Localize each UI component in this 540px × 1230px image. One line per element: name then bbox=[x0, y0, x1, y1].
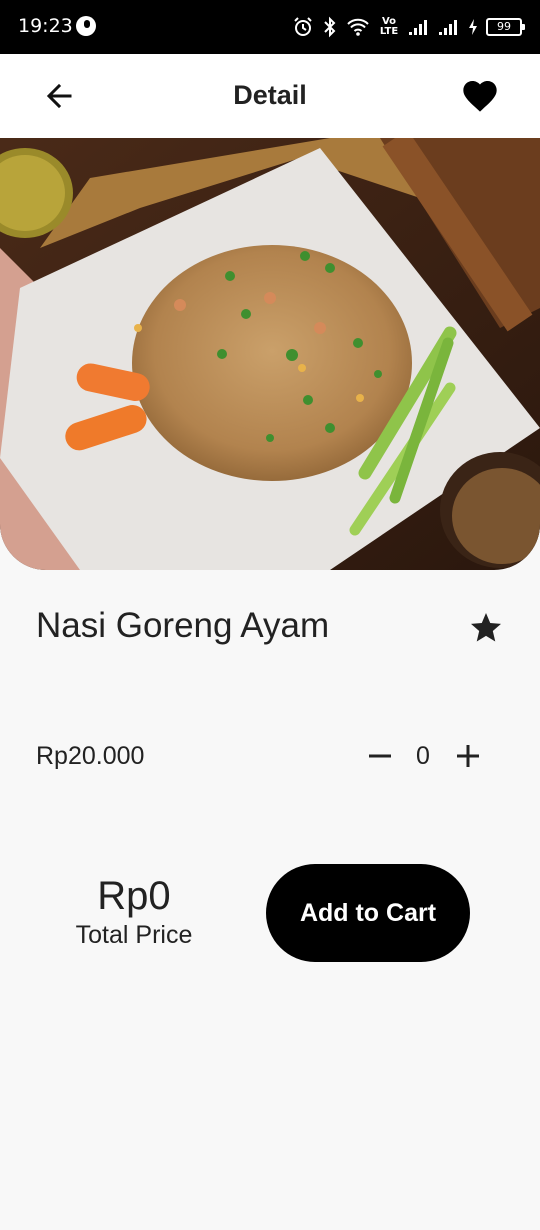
quantity-value: 0 bbox=[416, 742, 430, 770]
product-name: Nasi Goreng Ayam bbox=[36, 606, 330, 645]
total-price-label: Total Price bbox=[75, 921, 193, 949]
status-bar: 19:23 Vo LTE 99 bbox=[0, 0, 540, 54]
charging-icon bbox=[468, 18, 478, 36]
alarm-icon bbox=[292, 16, 314, 38]
app-notification-icon bbox=[76, 16, 96, 36]
total-price-block: Rp0 Total Price bbox=[52, 872, 216, 950]
volte-indicator: Vo LTE bbox=[379, 16, 399, 37]
signal-icon-2 bbox=[438, 18, 460, 36]
app-bar: Detail bbox=[0, 54, 540, 138]
page-title: Detail bbox=[233, 80, 307, 110]
minus-icon bbox=[369, 754, 391, 758]
unit-price: Rp20.000 bbox=[36, 742, 145, 770]
star-icon[interactable] bbox=[468, 610, 504, 646]
add-to-cart-button[interactable]: Add to Cart bbox=[266, 864, 470, 962]
decrease-quantity-button[interactable] bbox=[366, 741, 394, 771]
battery-icon: 99 bbox=[486, 18, 525, 36]
total-price-value: Rp0 bbox=[97, 874, 171, 918]
favorite-button[interactable] bbox=[460, 76, 500, 116]
signal-icon-1 bbox=[408, 18, 430, 36]
status-icons: Vo LTE 99 bbox=[292, 14, 525, 40]
food-image bbox=[0, 138, 540, 570]
wifi-icon bbox=[346, 17, 370, 37]
increase-quantity-button[interactable] bbox=[454, 741, 482, 771]
status-time: 19:23 bbox=[18, 15, 73, 37]
plus-icon bbox=[457, 745, 479, 767]
heart-icon bbox=[463, 81, 497, 112]
bluetooth-icon bbox=[322, 16, 338, 38]
